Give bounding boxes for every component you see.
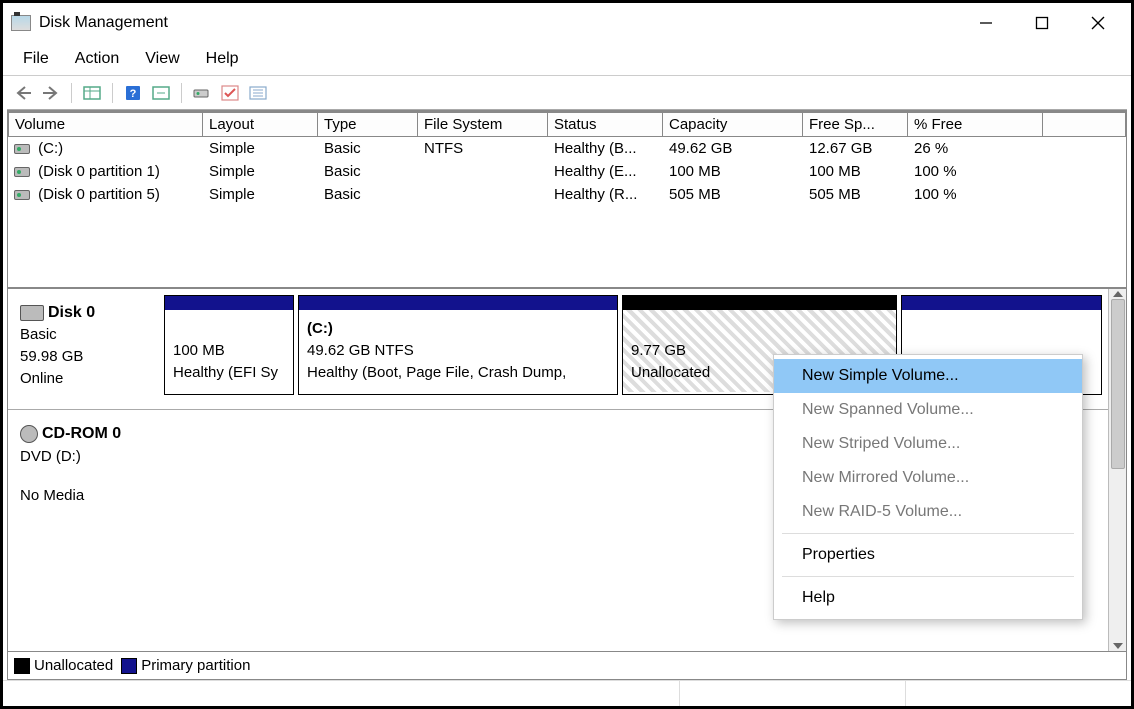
disk-icon[interactable]	[190, 81, 214, 105]
menu-action[interactable]: Action	[63, 46, 131, 72]
menu-file[interactable]: File	[11, 46, 61, 72]
statusbar	[3, 680, 1131, 706]
volume-list-header: Volume Layout Type File System Status Ca…	[8, 112, 1126, 137]
table-view-icon[interactable]	[80, 81, 104, 105]
disk-0-label[interactable]: Disk 0 Basic 59.98 GB Online	[14, 295, 164, 395]
col-end	[1043, 112, 1126, 137]
app-icon	[11, 15, 31, 31]
menu-new-striped-volume: New Striped Volume...	[774, 427, 1082, 461]
menu-view[interactable]: View	[133, 46, 191, 72]
toolbar: ?	[3, 75, 1131, 109]
maximize-button[interactable]	[1027, 8, 1057, 38]
context-menu: New Simple Volume... New Spanned Volume.…	[773, 354, 1083, 620]
col-layout[interactable]: Layout	[203, 112, 318, 137]
partition-header	[902, 296, 1101, 310]
col-status[interactable]: Status	[548, 112, 663, 137]
col-free[interactable]: Free Sp...	[803, 112, 908, 137]
menubar: File Action View Help	[3, 43, 1131, 75]
back-icon[interactable]	[11, 81, 35, 105]
forward-icon[interactable]	[39, 81, 63, 105]
disk-glyph-icon	[14, 190, 30, 200]
partition-header	[623, 296, 896, 310]
app-window: Disk Management File Action View Help ? …	[0, 0, 1134, 709]
svg-text:?: ?	[130, 88, 137, 100]
partition-header	[165, 296, 293, 310]
partition-efi[interactable]: 100 MB Healthy (EFI Sy	[164, 295, 294, 395]
disk-map: Disk 0 Basic 59.98 GB Online 100 MB Heal…	[7, 287, 1127, 680]
settings-icon[interactable]	[149, 81, 173, 105]
check-icon[interactable]	[218, 81, 242, 105]
disk-glyph-icon	[14, 167, 30, 177]
menu-properties[interactable]: Properties	[774, 538, 1082, 572]
legend-primary-swatch	[121, 658, 137, 674]
help-icon[interactable]: ?	[121, 81, 145, 105]
col-fs[interactable]: File System	[418, 112, 548, 137]
cdrom-label[interactable]: CD-ROM 0 DVD (D:) No Media	[14, 416, 164, 513]
disk-glyph-icon	[14, 144, 30, 154]
partition-c[interactable]: (C:) 49.62 GB NTFS Healthy (Boot, Page F…	[298, 295, 618, 395]
vertical-scrollbar[interactable]	[1108, 289, 1126, 651]
minimize-button[interactable]	[971, 8, 1001, 38]
scroll-thumb[interactable]	[1111, 299, 1125, 469]
close-button[interactable]	[1083, 8, 1113, 38]
scroll-down-icon[interactable]	[1113, 643, 1123, 649]
titlebar: Disk Management	[3, 3, 1131, 43]
menu-help[interactable]: Help	[194, 46, 251, 72]
volume-list[interactable]: Volume Layout Type File System Status Ca…	[7, 110, 1127, 287]
disk-icon	[20, 305, 44, 321]
legend: Unallocated Primary partition	[8, 651, 1126, 679]
partition-header	[299, 296, 617, 310]
menu-new-mirrored-volume: New Mirrored Volume...	[774, 461, 1082, 495]
col-pct[interactable]: % Free	[908, 112, 1043, 137]
menu-new-spanned-volume: New Spanned Volume...	[774, 393, 1082, 427]
menu-help[interactable]: Help	[774, 581, 1082, 615]
col-type[interactable]: Type	[318, 112, 418, 137]
window-title: Disk Management	[39, 14, 971, 32]
volume-row[interactable]: (C:)SimpleBasicNTFSHealthy (B...49.62 GB…	[8, 137, 1126, 160]
volume-row[interactable]: (Disk 0 partition 1)SimpleBasicHealthy (…	[8, 160, 1126, 183]
cdrom-icon	[20, 425, 38, 443]
col-capacity[interactable]: Capacity	[663, 112, 803, 137]
col-volume[interactable]: Volume	[8, 112, 203, 137]
list-icon[interactable]	[246, 81, 270, 105]
menu-new-raid5-volume: New RAID-5 Volume...	[774, 495, 1082, 529]
scroll-up-icon[interactable]	[1113, 291, 1123, 297]
volume-row[interactable]: (Disk 0 partition 5)SimpleBasicHealthy (…	[8, 183, 1126, 206]
menu-new-simple-volume[interactable]: New Simple Volume...	[774, 359, 1082, 393]
legend-unallocated-swatch	[14, 658, 30, 674]
